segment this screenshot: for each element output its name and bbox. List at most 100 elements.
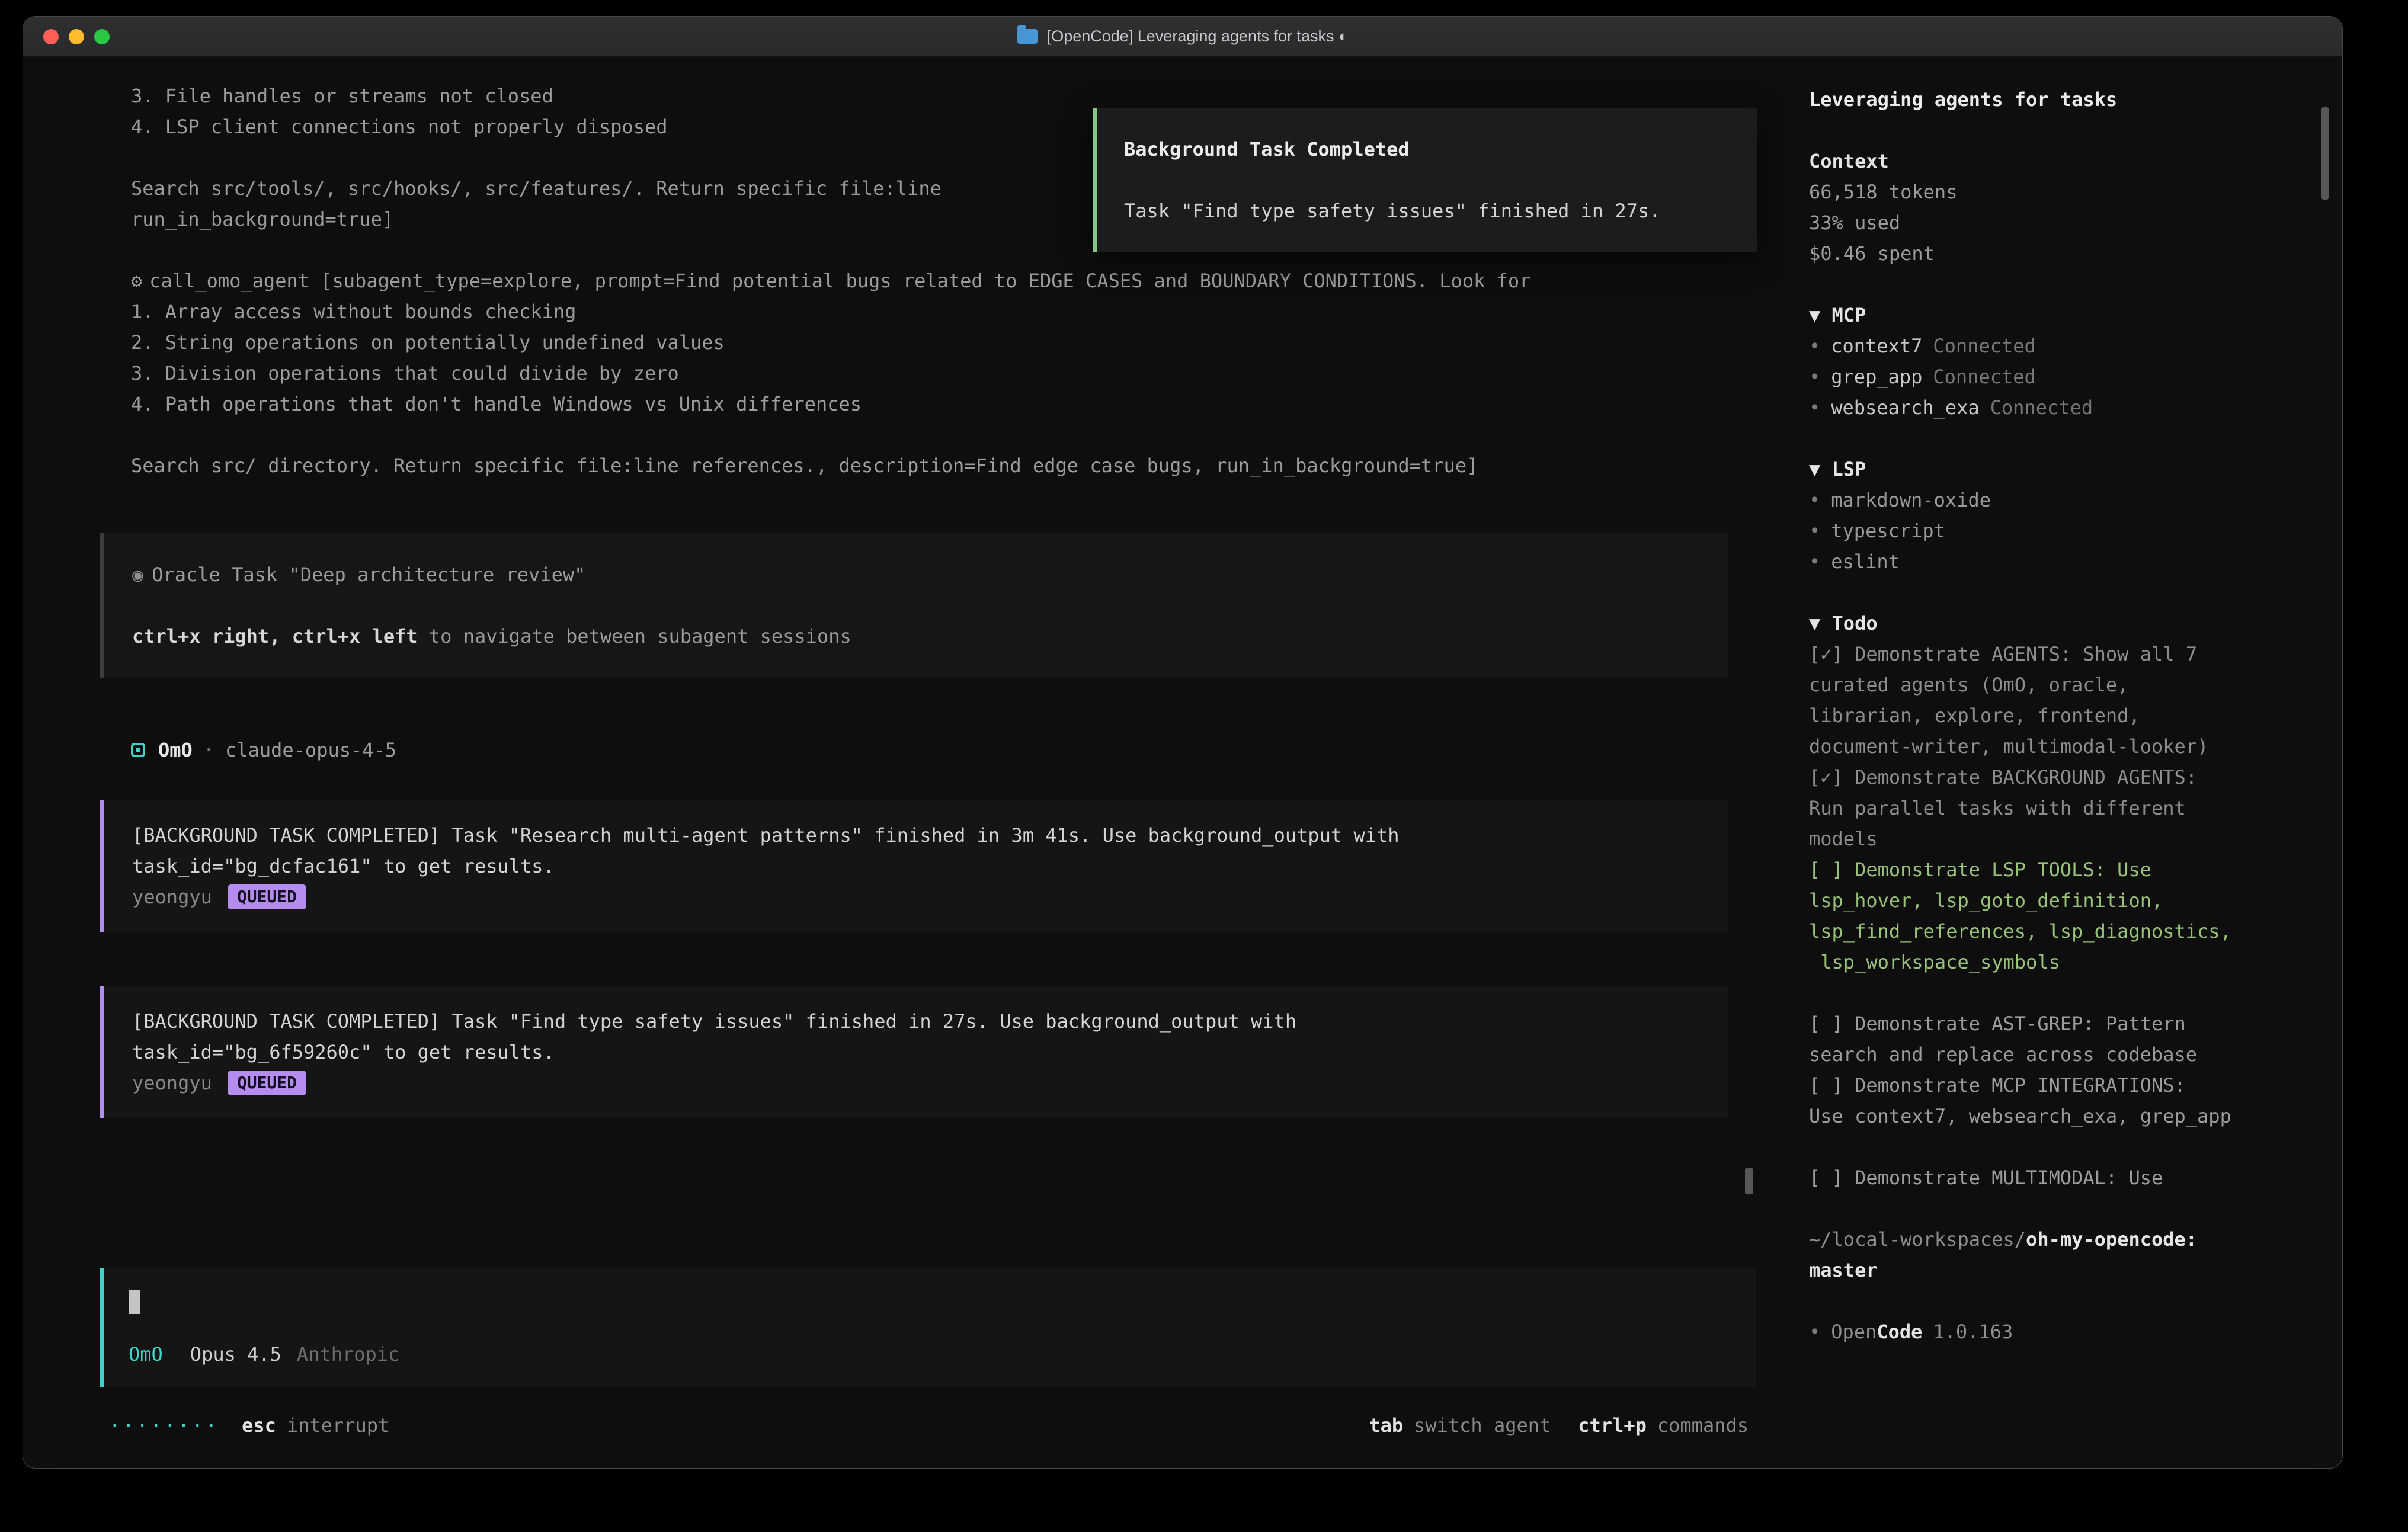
omo-agent-icon [131,743,145,757]
bullet-icon: • [1809,520,1820,542]
tool-call-text: call_omo_agent [subagent_type=explore, p… [131,270,1530,477]
bullet-icon: • [1809,489,1820,511]
git-branch: master [1809,1255,2295,1286]
message-meta: yeongyu QUEUED [132,1068,1700,1098]
input-model: Opus 4.5 [190,1339,281,1370]
lsp-name: eslint [1831,550,1900,573]
window-title-area: [OpenCode] Leveraging agents for tasks ◐ [23,27,2342,46]
sidebar: Leveraging agents for tasks Context 66,5… [1785,57,2342,1468]
gear-icon: ⚙ [131,270,142,292]
lsp-item: • markdown-oxide [1809,485,2295,515]
agent-name: OmO [158,735,193,765]
status-right: tab switch agent ctrl+p commands [1369,1410,1749,1441]
window-title: [OpenCode] Leveraging agents for tasks ◐ [1047,27,1349,46]
message-text: [BACKGROUND TASK COMPLETED] Task "Find t… [132,1006,1700,1068]
todo-heading[interactable]: ▼ Todo [1809,608,2295,639]
mcp-status: Connected [1933,335,2035,357]
app-version: 1.0.163 [1933,1321,2013,1343]
todo-item: [ ] Demonstrate AST-GREP: Pattern search… [1809,1008,2295,1070]
scrollbar-thumb-bottom[interactable] [1745,1168,1753,1194]
context-used: 33% used [1809,207,2295,238]
todo-item: [ ] Demonstrate LSP TOOLS: Use lsp_hover… [1809,854,2295,977]
message-text: [BACKGROUND TASK COMPLETED] Task "Resear… [132,820,1700,882]
oracle-title: Oracle Task "Deep architecture review" [152,563,585,586]
background-task-message: [BACKGROUND TASK COMPLETED] Task "Find t… [100,986,1728,1118]
terminal-window: [OpenCode] Leveraging agents for tasks ◐… [23,16,2343,1469]
todo-item: [ ] Demonstrate MULTIMODAL: Use [1809,1162,2295,1193]
context-tokens: 66,518 tokens [1809,177,2295,207]
chat-scrollback[interactable]: 3. File handles or streams not closed 4.… [23,57,1785,1237]
message-meta: yeongyu QUEUED [132,882,1700,912]
mcp-item: • websearch_exa Connected [1809,392,2295,423]
esc-key-label: interrupt [287,1410,389,1441]
lsp-name: markdown-oxide [1831,489,1991,511]
subagent-nav-hint: ctrl+x right, ctrl+x left to navigate be… [132,621,1700,652]
spinner-dots: ········ [109,1410,219,1441]
input-meta: OmO Opus 4.5 Anthropic [129,1339,1727,1370]
mcp-status: Connected [1933,366,2035,388]
bullet-icon: • [1809,550,1820,573]
bullet-icon: • [1809,1321,1820,1343]
message-author: yeongyu [132,882,212,912]
status-left: ········ esc interrupt [109,1410,389,1441]
oracle-title-row: ◉ Oracle Task "Deep architecture review" [132,559,1700,590]
context-heading: Context [1809,146,2295,177]
hint-keys: ctrl+x right, ctrl+x left [132,625,418,648]
input-line[interactable] [129,1283,1727,1321]
folder-icon [1017,29,1038,44]
commands-key-hint: ctrl+p [1578,1410,1647,1441]
text-cursor [129,1290,140,1314]
todo-item: [✓] Demonstrate BACKGROUND AGENTS: Run p… [1809,762,2295,854]
main-terminal-pane: 3. File handles or streams not closed 4.… [23,57,1785,1468]
agent-header: OmO · claude-opus-4-5 [100,735,1728,765]
lsp-name: typescript [1831,520,1945,542]
lsp-section: ▼ LSP • markdown-oxide • typescript • eslin… [1809,454,2295,577]
toast-title: Background Task Completed [1124,134,1730,165]
traffic-lights [23,29,110,44]
mcp-name: websearch_exa [1831,396,1979,419]
sidebar-scrollbar-thumb[interactable] [2321,107,2329,200]
zoom-button[interactable] [94,29,110,44]
lsp-item: • eslint [1809,546,2295,577]
prompt-input[interactable]: OmO Opus 4.5 Anthropic [100,1268,1756,1387]
app-name-prefix: Open [1831,1321,1877,1343]
mcp-item: • context7 Connected [1809,331,2295,361]
todo-item: [✓] Demonstrate AGENTS: Show all 7 curat… [1809,639,2295,762]
titlebar[interactable]: [OpenCode] Leveraging agents for tasks ◐ [23,17,2342,57]
record-icon: ◉ [132,563,143,586]
todo-item: [ ] Demonstrate MCP INTEGRATIONS: Use co… [1809,1070,2295,1132]
close-button[interactable] [43,29,59,44]
input-provider: Anthropic [297,1339,399,1370]
queued-badge: QUEUED [228,884,306,909]
queued-badge: QUEUED [228,1071,306,1095]
mcp-section: ▼ MCP •context7Connected •grep_appConnec… [1809,300,2295,423]
mcp-status: Connected [1990,396,2093,419]
minimize-button[interactable] [69,29,84,44]
bullet-icon: • [1809,366,1820,388]
app-version-line: • OpenCode 1.0.163 [1809,1316,2295,1347]
oracle-task-panel: ◉Oracle Task "Deep architecture review" … [100,533,1728,678]
mcp-heading[interactable]: ▼ MCP [1809,300,2295,331]
agent-separator: · [203,735,214,765]
app-name: Code [1877,1321,1922,1343]
context-spent: $0.46 spent [1809,238,2295,269]
hint-text: to navigate between subagent sessions [418,625,851,648]
tab-key-hint: tab [1369,1410,1403,1441]
bullet-icon: • [1809,396,1820,419]
mcp-name: context7 [1831,335,1922,357]
agent-model: claude-opus-4-5 [225,735,396,765]
background-task-toast: Background Task Completed Task "Find typ… [1093,108,1757,252]
session-title: Leveraging agents for tasks [1809,84,2295,115]
message-author: yeongyu [132,1068,212,1098]
lsp-heading[interactable]: ▼ LSP [1809,454,2295,485]
bullet-icon: • [1809,335,1820,357]
workspace-path: ~/local-workspaces/oh-my-opencode: maste… [1809,1224,2295,1286]
esc-key-hint: esc [242,1410,276,1441]
todo-section: ▼ Todo [✓] Demonstrate AGENTS: Show all … [1809,608,2295,1193]
toast-body: Task "Find type safety issues" finished … [1124,195,1730,226]
tool-call-block: ⚙call_omo_agent [subagent_type=explore, … [100,265,1728,481]
workspace-repo: oh-my-opencode: [2026,1228,2197,1251]
workspace-dir: ~/local-workspaces/ [1809,1228,2026,1251]
context-section: Context 66,518 tokens 33% used $0.46 spe… [1809,146,2295,269]
lsp-item: • typescript [1809,515,2295,546]
